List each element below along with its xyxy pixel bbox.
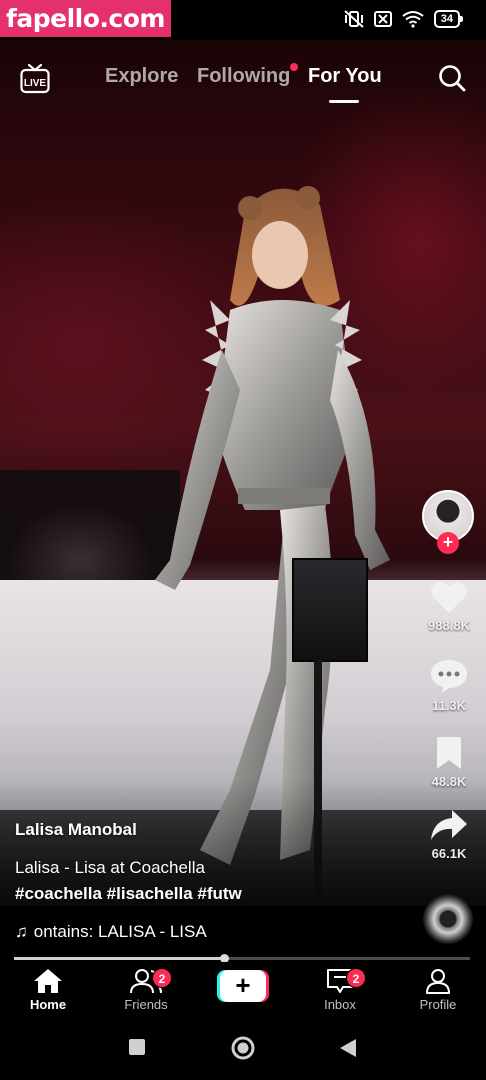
home-icon: [34, 969, 62, 993]
nav-inbox[interactable]: Inbox 2: [300, 968, 380, 1012]
comment-count: 11.3K: [432, 698, 466, 713]
music-title: ontains: LALISA - LISA: [33, 922, 207, 941]
performer-figure: [155, 186, 390, 865]
create-button[interactable]: +: [217, 970, 269, 1002]
tab-following[interactable]: Following: [197, 65, 290, 88]
video-hashtags[interactable]: #coachella #lisachella #futw: [15, 884, 415, 904]
top-nav: LIVE Explore Following For You: [0, 58, 486, 103]
active-tab-indicator: [329, 100, 359, 103]
no-sim-icon: [373, 11, 392, 27]
music-disc-icon[interactable]: [423, 894, 473, 944]
music-note-icon: ♫: [15, 922, 28, 941]
follow-button[interactable]: +: [437, 532, 459, 554]
profile-icon: [426, 969, 450, 994]
share-icon: [431, 810, 467, 840]
share-count: 66.1K: [431, 846, 467, 861]
watermark: fapello.com: [0, 0, 171, 37]
bookmark-count: 48.8K: [431, 774, 467, 789]
share-button[interactable]: 66.1K: [420, 808, 478, 861]
tab-for-you[interactable]: For You: [308, 65, 382, 88]
bottom-nav: Home Friends 2 + Inbox 2 Profile: [0, 962, 486, 1018]
progress-fill: [14, 957, 224, 960]
nav-friends[interactable]: Friends 2: [106, 968, 186, 1012]
recents-button-icon[interactable]: [128, 1038, 146, 1056]
bookmark-icon: [437, 737, 461, 769]
vibrate-off-icon: [344, 10, 364, 28]
status-icons: 34: [344, 10, 464, 28]
creator-username[interactable]: Lalisa Manobal: [15, 820, 415, 840]
wifi-icon: [402, 11, 424, 28]
like-button[interactable]: 988.8K: [420, 580, 478, 633]
heart-icon: [431, 582, 467, 613]
bookmark-button[interactable]: 48.8K: [420, 736, 478, 789]
video-progress-bar[interactable]: [14, 954, 470, 963]
comment-icon: [431, 660, 467, 693]
music-row[interactable]: ♫ ontains: LALISA - LISA: [15, 922, 207, 942]
search-icon[interactable]: [438, 64, 466, 92]
following-notification-dot: [290, 63, 298, 71]
battery-indicator: 34: [433, 10, 464, 28]
nav-friends-label: Friends: [124, 997, 168, 1012]
like-count: 988.8K: [428, 618, 470, 633]
system-navigation-bar: [0, 1018, 486, 1080]
friends-badge: 2: [152, 968, 172, 988]
nav-profile-label: Profile: [419, 997, 457, 1012]
video-player[interactable]: [0, 40, 486, 906]
tab-explore[interactable]: Explore: [105, 65, 178, 88]
live-icon[interactable]: LIVE: [20, 62, 50, 94]
comment-button[interactable]: 11.3K: [420, 658, 478, 713]
video-caption: Lalisa Manobal Lalisa - Lisa at Coachell…: [15, 820, 415, 904]
svg-text:LIVE: LIVE: [24, 78, 47, 89]
nav-home-label: Home: [29, 997, 67, 1012]
nav-home[interactable]: Home: [8, 968, 88, 1012]
status-bar: fapello.com 34: [0, 0, 486, 40]
inbox-badge: 2: [346, 968, 366, 988]
stage-equipment: [292, 558, 368, 662]
nav-inbox-label: Inbox: [324, 997, 356, 1012]
nav-profile[interactable]: Profile: [398, 968, 478, 1012]
back-button-icon[interactable]: [338, 1038, 358, 1058]
video-description: Lalisa - Lisa at Coachella: [15, 858, 205, 877]
home-button-icon[interactable]: [230, 1035, 256, 1061]
plus-icon: +: [220, 970, 266, 1002]
